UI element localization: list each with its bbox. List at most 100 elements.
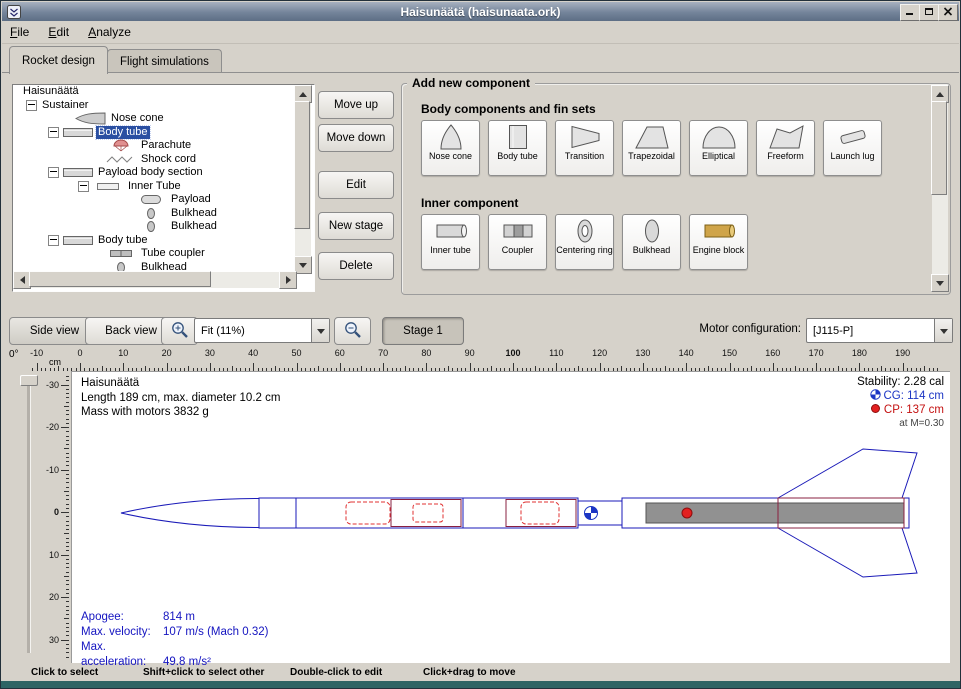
zoom-select[interactable]: Fit (11%) xyxy=(194,318,330,343)
palette-launch-lug-button[interactable]: Launch lug xyxy=(823,120,882,176)
cp-icon xyxy=(870,404,884,416)
menu-analyze[interactable]: Analyze xyxy=(80,21,139,42)
palette-elliptical-button[interactable]: Elliptical xyxy=(689,120,748,176)
nose-cone-shape[interactable] xyxy=(121,499,259,528)
parachute-icon xyxy=(105,139,139,152)
tab-flight-simulations[interactable]: Flight simulations xyxy=(107,49,222,73)
maximize-button[interactable] xyxy=(919,4,939,21)
palette-button-label: Launch lug xyxy=(830,152,874,162)
palette-freeform-button[interactable]: Freeform xyxy=(756,120,815,176)
chevron-down-icon[interactable] xyxy=(311,319,329,342)
apogee-label: Apogee: xyxy=(81,610,163,625)
bulkhead-icon xyxy=(135,207,169,220)
palette-button-label: Coupler xyxy=(502,246,534,256)
cg-value: CG: 114 cm xyxy=(884,390,945,402)
collapse-icon[interactable] xyxy=(26,100,37,111)
zoom-out-icon xyxy=(343,320,362,342)
apogee-value: 814 m xyxy=(163,611,195,623)
hint-double-click: Double-click to edit xyxy=(290,667,382,678)
tree-item-label: Haisunäätä xyxy=(21,85,81,98)
palette-transition-button[interactable]: Transition xyxy=(555,120,614,176)
horizontal-ruler: -100102030405060708090100110120130140150… xyxy=(25,347,945,371)
tree-item-label: Tube coupler xyxy=(139,247,207,260)
tree-row-body-tube[interactable]: Body tube xyxy=(13,126,294,140)
freeform-fin-icon xyxy=(764,122,808,152)
tree-row-shock-cord[interactable]: Shock cord xyxy=(13,153,294,167)
tree-row-bulkhead[interactable]: Bulkhead xyxy=(13,207,294,221)
tree-row-bulkhead[interactable]: Bulkhead xyxy=(13,220,294,234)
tree-row-payload[interactable]: Payload xyxy=(13,193,294,207)
zoom-in-button[interactable] xyxy=(161,317,198,345)
zoom-out-button[interactable] xyxy=(334,317,371,345)
chevron-down-icon[interactable] xyxy=(934,319,952,342)
move-down-button[interactable]: Move down xyxy=(318,124,394,152)
arrow-right-icon xyxy=(286,276,295,284)
tree-vertical-scrollbar[interactable] xyxy=(295,85,311,272)
collapse-icon[interactable] xyxy=(48,127,59,138)
tree-row-sustainer[interactable]: Sustainer xyxy=(13,99,294,113)
scrollbar-thumb[interactable] xyxy=(931,101,947,195)
trapezoidal-fin-icon xyxy=(630,122,674,152)
palette-body-tube-button[interactable]: Body tube xyxy=(488,120,547,176)
close-button[interactable] xyxy=(938,4,958,21)
tree-row-parachute[interactable]: Parachute xyxy=(13,139,294,153)
tree-row-body-tube-2[interactable]: Body tube xyxy=(13,234,294,248)
menu-file[interactable]: File xyxy=(2,21,37,42)
palette-centering-ring-button[interactable]: Centering ring xyxy=(555,214,614,270)
delete-button[interactable]: Delete xyxy=(318,252,394,280)
edit-button[interactable]: Edit xyxy=(318,171,394,199)
max-acceleration-label: Max. acceleration: xyxy=(81,640,163,670)
bottom-edge-strip xyxy=(1,681,960,688)
tree-horizontal-scrollbar[interactable] xyxy=(13,272,295,288)
new-stage-button[interactable]: New stage xyxy=(318,212,394,240)
palette-scrollbar[interactable] xyxy=(932,85,948,290)
tree-row-rocket[interactable]: Haisunäätä xyxy=(13,85,294,99)
launchlug-icon xyxy=(831,122,875,152)
add-component-title: Add new component xyxy=(407,76,535,90)
title-bar[interactable]: Haisunäätä (haisunaata.ork) xyxy=(2,2,959,21)
body-components-label: Body components and fin sets xyxy=(421,102,596,116)
tree-item-label: Bulkhead xyxy=(169,207,219,220)
rotation-slider-handle[interactable] xyxy=(20,375,38,386)
component-tree[interactable]: Haisunäätä Sustainer Nose cone Body tube… xyxy=(13,85,294,272)
minimize-button[interactable] xyxy=(900,4,920,21)
tree-row-payload-section[interactable]: Payload body section xyxy=(13,166,294,180)
palette-inner-tube-button[interactable]: Inner tube xyxy=(421,214,480,270)
palette-coupler-button[interactable]: Coupler xyxy=(488,214,547,270)
collapse-icon[interactable] xyxy=(48,167,59,178)
rotation-slider[interactable] xyxy=(27,375,31,653)
rotation-angle-label: 0° xyxy=(9,349,19,360)
stat-row: Max. velocity:107 m/s (Mach 0.32) xyxy=(81,625,268,640)
palette-nose-cone-button[interactable]: Nose cone xyxy=(421,120,480,176)
cg-icon xyxy=(870,390,884,402)
stage-1-toggle[interactable]: Stage 1 xyxy=(382,317,464,345)
motor-configuration-label: Motor configuration: xyxy=(689,323,801,335)
tab-label: Flight simulations xyxy=(120,56,209,68)
tree-row-nose-cone[interactable]: Nose cone xyxy=(13,112,294,126)
menu-edit[interactable]: Edit xyxy=(40,21,77,42)
motor-configuration-select[interactable]: [J115-P] xyxy=(806,318,953,343)
tree-row-tube-coupler[interactable]: Tube coupler xyxy=(13,247,294,261)
zoom-in-icon xyxy=(170,320,189,342)
scroll-down-button[interactable] xyxy=(931,274,949,292)
scroll-right-button[interactable] xyxy=(279,271,297,289)
move-up-button[interactable]: Move up xyxy=(318,91,394,119)
stability-value: Stability: 2.28 cal xyxy=(857,375,944,389)
scrollbar-thumb[interactable] xyxy=(294,101,310,229)
tree-row-inner-tube[interactable]: Inner Tube xyxy=(13,180,294,194)
palette-button-label: Freeform xyxy=(767,152,804,162)
fin-top-shape[interactable] xyxy=(778,449,917,498)
tree-item-label: Sustainer xyxy=(40,99,90,112)
bulkhead-icon xyxy=(630,216,674,246)
fin-bottom-shape[interactable] xyxy=(778,528,917,577)
collapse-icon[interactable] xyxy=(48,235,59,246)
collapse-icon[interactable] xyxy=(78,181,89,192)
bulkhead-icon xyxy=(135,220,169,233)
palette-bulkhead-button[interactable]: Bulkhead xyxy=(622,214,681,270)
scrollbar-thumb[interactable] xyxy=(29,271,211,287)
palette-engine-block-button[interactable]: Engine block xyxy=(689,214,748,270)
tree-item-label: Payload body section xyxy=(96,166,205,179)
tab-rocket-design[interactable]: Rocket design xyxy=(9,46,108,74)
palette-trapezoidal-button[interactable]: Trapezoidal xyxy=(622,120,681,176)
tree-item-label: Nose cone xyxy=(109,112,166,125)
